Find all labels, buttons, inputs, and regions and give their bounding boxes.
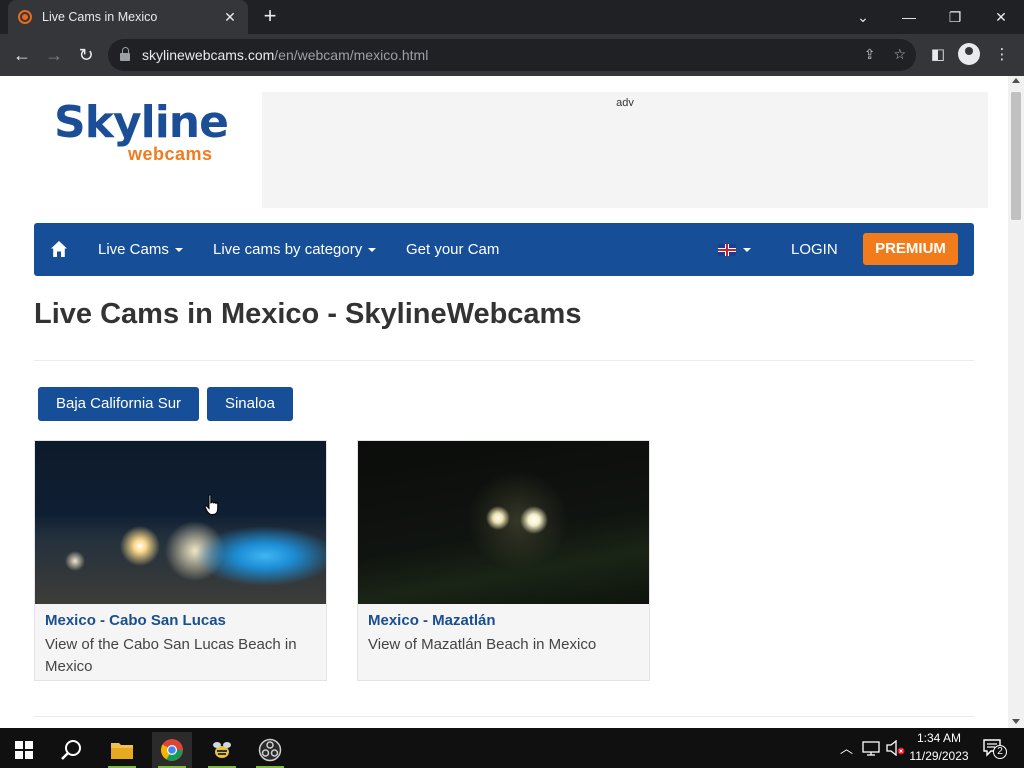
logo-subtitle: webcams: [128, 144, 213, 164]
network-icon[interactable]: [862, 740, 880, 756]
back-button[interactable]: ←: [10, 43, 34, 67]
uk-flag-icon[interactable]: [718, 244, 736, 256]
bookmark-star-icon[interactable]: ☆: [893, 46, 906, 63]
clock-date[interactable]: 11/29/2023: [906, 749, 972, 763]
forward-button[interactable]: →: [42, 43, 66, 67]
scroll-up-icon[interactable]: [1012, 78, 1020, 83]
page-scrollbar[interactable]: [1008, 76, 1024, 728]
lock-icon[interactable]: [120, 47, 130, 61]
ad-label: adv: [616, 97, 634, 109]
hand-cursor-icon: [204, 494, 219, 515]
region-button-baja-california-sur[interactable]: Baja California Sur: [38, 387, 199, 421]
browser-tab[interactable]: Live Cams in Mexico ✕: [8, 0, 248, 34]
side-panel-icon[interactable]: ◧: [926, 43, 950, 67]
tab-search-icon[interactable]: ⌄: [840, 0, 886, 34]
restore-button[interactable]: ❐: [932, 0, 978, 34]
clock-time[interactable]: 1:34 AM: [906, 731, 972, 745]
reload-button[interactable]: ↻: [74, 43, 98, 67]
nav-live-cams-label: Live Cams: [98, 241, 169, 258]
browser-menu-icon[interactable]: ⋮: [990, 43, 1014, 67]
cam-description: View of the Cabo San Lucas Beach in Mexi…: [45, 636, 297, 675]
cam-thumbnail[interactable]: [358, 441, 649, 604]
cam-title[interactable]: Mexico - Mazatlán: [368, 612, 496, 629]
nav-get-your-cam[interactable]: Get your Cam: [406, 223, 499, 276]
address-bar[interactable]: skylinewebcams.com/en/webcam/mexico.html…: [108, 39, 916, 71]
ad-banner: adv: [262, 92, 988, 208]
logo-wordmark: Skyline: [54, 97, 229, 148]
cam-card-cabo-san-lucas[interactable]: Mexico - Cabo San Lucas View of the Cabo…: [34, 440, 327, 681]
windows-taskbar: ︿ 1:34 AM 11/29/2023: [0, 728, 1024, 768]
cam-thumbnail[interactable]: [35, 441, 326, 604]
tab-close-icon[interactable]: ✕: [222, 9, 238, 26]
region-button-sinaloa[interactable]: Sinaloa: [207, 387, 293, 421]
chevron-up-icon[interactable]: ︿: [840, 738, 853, 757]
profile-avatar-icon[interactable]: [958, 43, 980, 65]
volume-muted-icon[interactable]: [885, 740, 905, 756]
premium-button[interactable]: PREMIUM: [863, 233, 958, 265]
browser-tab-strip: Live Cams in Mexico ✕ + ⌄ — ❐ ✕: [0, 0, 1024, 34]
scroll-down-icon[interactable]: [1012, 719, 1020, 724]
search-icon[interactable]: [52, 732, 92, 768]
main-navbar: Live Cams Live cams by category Get your…: [34, 223, 974, 276]
home-icon[interactable]: [50, 240, 68, 258]
chrome-icon[interactable]: [152, 732, 192, 768]
notification-center-icon[interactable]: 2: [983, 738, 1007, 759]
cam-card-mazatlan[interactable]: Mexico - Mazatlán View of Mazatlán Beach…: [357, 440, 650, 681]
window-close-button[interactable]: ✕: [978, 0, 1024, 34]
login-link[interactable]: LOGIN: [791, 223, 838, 276]
url-path: /en/webcam/mexico.html: [274, 47, 429, 63]
site-favicon-icon: [18, 10, 32, 24]
language-chevron-down-icon[interactable]: [743, 248, 751, 252]
page-title: Live Cams in Mexico - SkylineWebcams: [34, 298, 582, 330]
browser-toolbar: ← → ↻ skylinewebcams.com/en/webcam/mexic…: [0, 34, 1024, 76]
nav-category-label: Live cams by category: [213, 241, 363, 258]
windows-start-icon[interactable]: [4, 732, 44, 768]
divider: [34, 716, 974, 717]
app-bee-icon[interactable]: [202, 732, 242, 768]
share-icon[interactable]: ⇪: [864, 46, 876, 63]
tab-title: Live Cams in Mexico: [42, 10, 158, 24]
cam-title[interactable]: Mexico - Cabo San Lucas: [45, 612, 226, 629]
obs-icon[interactable]: [250, 732, 290, 768]
chevron-down-icon: [174, 248, 183, 253]
nav-live-cams[interactable]: Live Cams: [98, 223, 183, 276]
scrollbar-thumb[interactable]: [1011, 92, 1021, 220]
web-page: Skyline webcams adv Live Cams Live cams …: [0, 76, 1008, 728]
minimize-button[interactable]: —: [886, 0, 932, 34]
divider: [34, 360, 974, 361]
nav-live-cams-by-category[interactable]: Live cams by category: [213, 223, 377, 276]
cam-description: View of Mazatlán Beach in Mexico: [368, 636, 597, 653]
notification-badge: 2: [993, 745, 1007, 759]
skyline-logo[interactable]: Skyline webcams: [54, 97, 229, 165]
nav-get-your-cam-label: Get your Cam: [406, 241, 500, 258]
new-tab-button[interactable]: +: [258, 4, 282, 28]
url-host: skylinewebcams.com: [142, 47, 275, 63]
chevron-down-icon: [368, 248, 377, 253]
file-explorer-icon[interactable]: [102, 732, 142, 768]
